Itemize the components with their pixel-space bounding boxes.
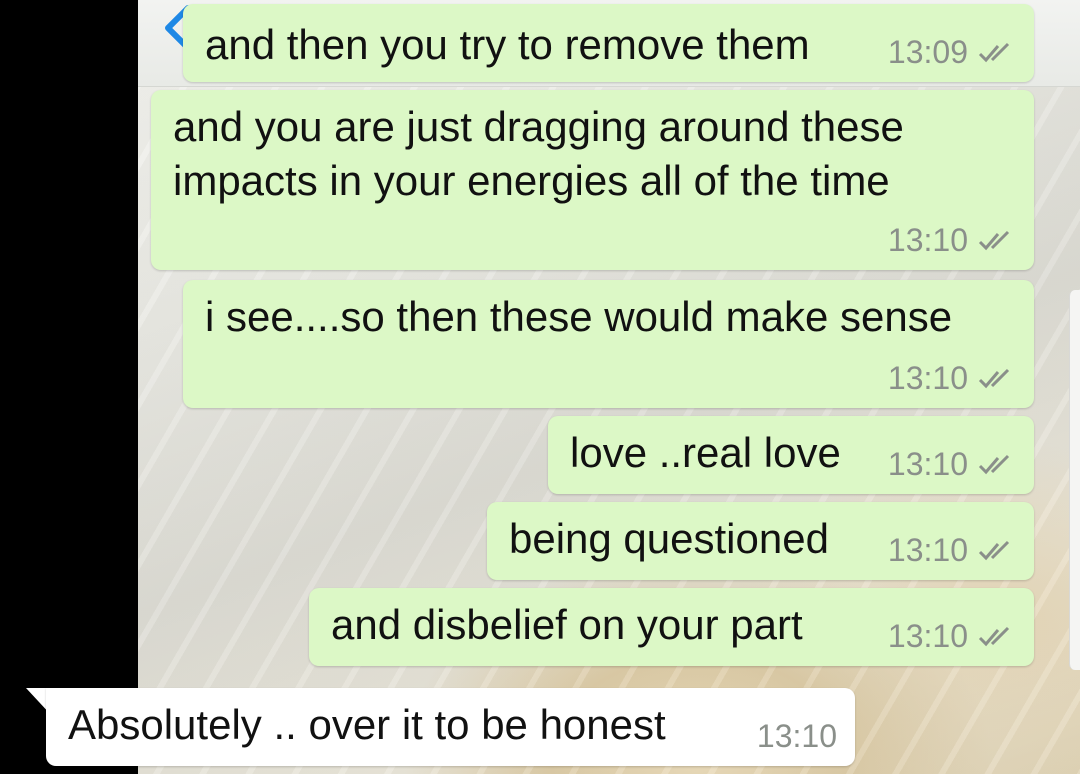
message-text: and disbelief on your part <box>331 601 803 648</box>
message-time: 13:10 <box>887 532 968 568</box>
message-meta: 13:10 <box>888 532 1014 569</box>
message-bubble-outgoing[interactable]: i see....so then these would make sense … <box>183 280 1034 408</box>
message-text: i see....so then these would make sense <box>205 293 953 340</box>
double-check-icon <box>978 42 1010 62</box>
message-time: 13:10 <box>887 446 968 482</box>
message-meta: 13:10 <box>888 360 1014 397</box>
message-bubble-outgoing[interactable]: and disbelief on your part 13:10 <box>309 588 1034 666</box>
message-bubble-outgoing[interactable]: and you are just dragging around these i… <box>151 90 1034 270</box>
message-bubble-outgoing[interactable]: love ..real love 13:10 <box>548 416 1034 494</box>
message-time: 13:09 <box>887 34 968 70</box>
message-meta: 13:10 <box>757 718 837 755</box>
message-bubble-outgoing[interactable]: being questioned 13:10 <box>487 502 1034 580</box>
message-text-line-2: impacts in your energies all of the time <box>173 157 890 204</box>
message-time: 13:10 <box>756 718 837 754</box>
message-bubble-outgoing[interactable]: and then you try to remove them 13:09 <box>183 4 1034 82</box>
message-meta: 13:09 <box>888 34 1014 71</box>
message-text: Absolutely .. over it to be honest <box>68 701 666 748</box>
message-bubble-incoming[interactable]: Absolutely .. over it to be honest 13:10 <box>46 688 855 766</box>
message-meta: 13:10 <box>888 618 1014 655</box>
double-check-icon <box>978 626 1010 646</box>
message-text: love ..real love <box>570 429 841 476</box>
message-time: 13:10 <box>887 360 968 396</box>
double-check-icon <box>978 368 1010 388</box>
message-text: being questioned <box>509 515 829 562</box>
message-meta: 13:10 <box>888 446 1014 483</box>
double-check-icon <box>978 230 1010 250</box>
double-check-icon <box>978 454 1010 474</box>
double-check-icon <box>978 540 1010 560</box>
message-meta: 13:10 <box>888 222 1014 259</box>
black-side-strip <box>0 0 138 774</box>
scroll-indicator[interactable] <box>1069 290 1080 670</box>
message-text: and then you try to remove them <box>205 21 810 68</box>
message-text-line-1: and you are just dragging around these <box>173 103 904 150</box>
message-time: 13:10 <box>887 618 968 654</box>
message-time: 13:10 <box>887 222 968 258</box>
